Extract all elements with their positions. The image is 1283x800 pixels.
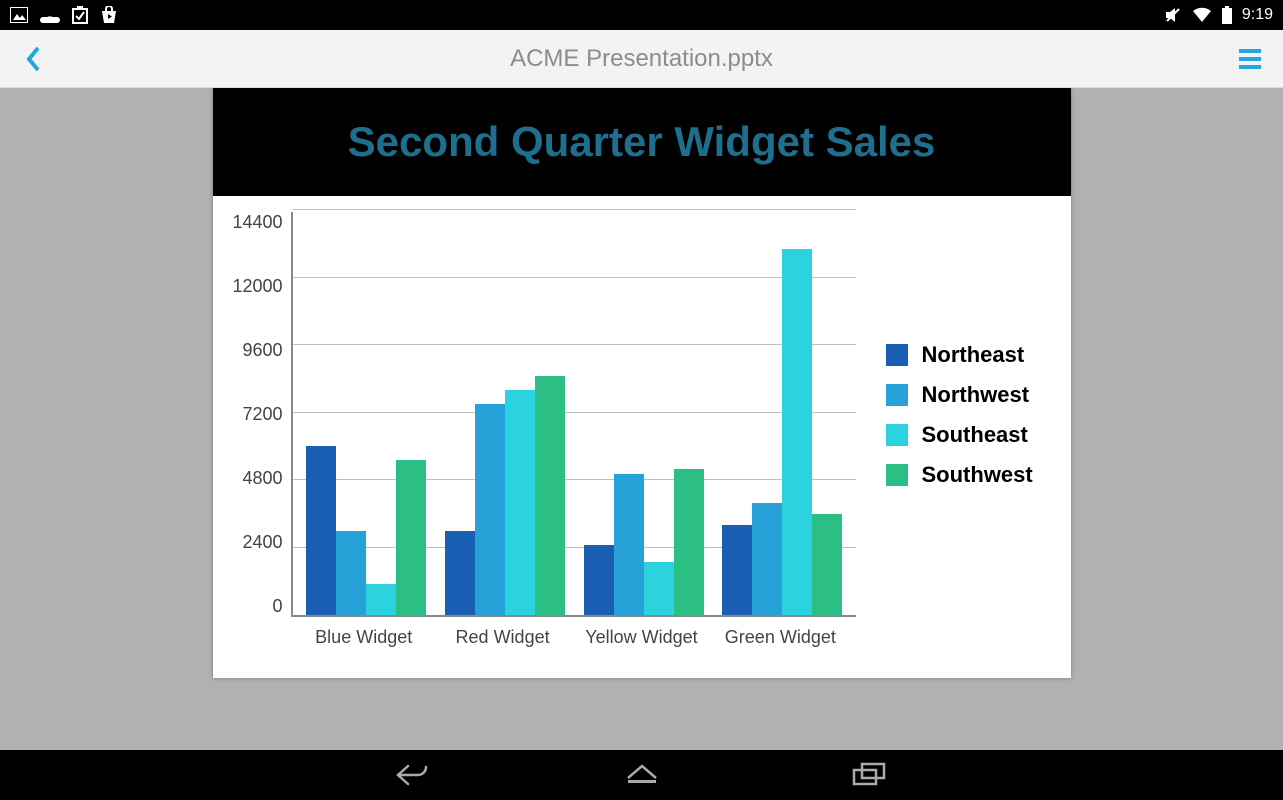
- back-button[interactable]: [18, 39, 48, 79]
- shop-icon: [100, 6, 118, 24]
- bar: [614, 474, 644, 615]
- status-left: [10, 6, 118, 24]
- nav-recent-button[interactable]: [846, 759, 894, 791]
- mute-icon: [1164, 6, 1182, 24]
- x-tick-label: Red Widget: [433, 627, 572, 648]
- wifi-icon: [1192, 7, 1212, 23]
- legend-swatch: [886, 384, 908, 406]
- bar: [812, 514, 842, 615]
- legend-item: Northeast: [886, 342, 1033, 368]
- legend-swatch: [886, 464, 908, 486]
- x-tick-label: Green Widget: [711, 627, 850, 648]
- bar-cluster: [584, 469, 704, 615]
- gridline: [293, 209, 856, 210]
- nav-back-button[interactable]: [390, 759, 438, 791]
- image-icon: [10, 7, 28, 23]
- bar: [445, 531, 475, 615]
- bar: [366, 584, 396, 615]
- bar: [306, 446, 336, 615]
- menu-button[interactable]: [1235, 39, 1265, 79]
- legend-label: Northeast: [922, 342, 1025, 368]
- x-axis: Blue WidgetRed WidgetYellow WidgetGreen …: [291, 627, 856, 648]
- bar: [644, 562, 674, 615]
- slide-viewport[interactable]: Second Quarter Widget Sales 14400 12000 96…: [0, 88, 1283, 750]
- y-tick-label: 14400: [232, 212, 282, 233]
- chart: 14400 12000 9600 7200 4800 2400 0 Blue WidgetR…: [213, 196, 1071, 678]
- bar: [336, 531, 366, 615]
- slide-title: Second Quarter Widget Sales: [233, 118, 1051, 166]
- bar: [535, 376, 565, 615]
- document-title: ACME Presentation.pptx: [48, 45, 1235, 73]
- bar: [752, 503, 782, 616]
- y-tick-label: 2400: [242, 532, 282, 553]
- plot-area: [291, 212, 856, 617]
- legend-item: Southwest: [886, 462, 1033, 488]
- android-nav-bar: [0, 750, 1283, 800]
- status-right: 9:19: [1164, 6, 1273, 24]
- slide: Second Quarter Widget Sales 14400 12000 96…: [213, 88, 1071, 678]
- android-status-bar: 9:19: [0, 0, 1283, 30]
- y-tick-label: 12000: [232, 276, 282, 297]
- legend-label: Southwest: [922, 462, 1033, 488]
- y-tick-label: 9600: [242, 340, 282, 361]
- legend-label: Northwest: [922, 382, 1030, 408]
- bar-cluster: [722, 249, 842, 615]
- legend-label: Southeast: [922, 422, 1028, 448]
- x-tick-label: Yellow Widget: [572, 627, 711, 648]
- bar-cluster: [306, 446, 426, 615]
- bar: [505, 390, 535, 615]
- y-axis: 14400 12000 9600 7200 4800 2400 0: [233, 212, 291, 617]
- upload-icon: [40, 7, 60, 23]
- bar: [396, 460, 426, 615]
- legend-swatch: [886, 424, 908, 446]
- nav-home-button[interactable]: [618, 759, 666, 791]
- bar: [722, 525, 752, 615]
- y-tick-label: 0: [272, 596, 282, 617]
- bar: [584, 545, 614, 615]
- bar: [475, 404, 505, 615]
- status-time: 9:19: [1242, 6, 1273, 24]
- legend-swatch: [886, 344, 908, 366]
- bar: [674, 469, 704, 615]
- legend: Northeast Northwest Southeast Southwest: [886, 342, 1033, 648]
- app-header: ACME Presentation.pptx: [0, 30, 1283, 88]
- legend-item: Southeast: [886, 422, 1033, 448]
- bar-cluster: [445, 376, 565, 615]
- slide-title-bar: Second Quarter Widget Sales: [213, 88, 1071, 196]
- bar: [782, 249, 812, 615]
- y-tick-label: 4800: [242, 468, 282, 489]
- y-tick-label: 7200: [242, 404, 282, 425]
- battery-icon: [1222, 6, 1232, 24]
- checkbox-icon: [72, 6, 88, 24]
- x-tick-label: Blue Widget: [294, 627, 433, 648]
- legend-item: Northwest: [886, 382, 1033, 408]
